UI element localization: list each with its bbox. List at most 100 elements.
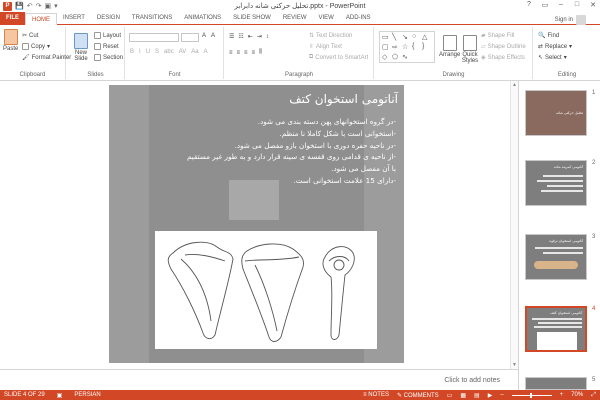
tab-review[interactable]: REVIEW (277, 12, 313, 24)
align-left-icon[interactable]: ≡ (229, 50, 233, 56)
ribbon-display-button[interactable]: ▭ (540, 1, 550, 9)
slide-thumbnail-4[interactable]: آناتومی استخوان کتف (525, 306, 587, 352)
text-direction-button[interactable]: ⇅ Text Direction (309, 32, 352, 40)
slide-thumbnail-2[interactable]: آناتومی کمربند شانه (525, 160, 587, 206)
arrow-shape-icon[interactable]: ↘ (402, 33, 408, 41)
font-format-icons[interactable]: B I U S abc AV Aa A (130, 49, 208, 55)
triangle-shape-icon[interactable]: △ (422, 33, 427, 41)
section-button[interactable]: Section (94, 54, 123, 61)
slide-title[interactable]: آناتومی استخوان کتف (289, 92, 398, 106)
replace-button[interactable]: ⇄ Replace ▾ (538, 43, 572, 51)
reading-view-icon[interactable]: ▤ (474, 392, 480, 399)
quick-styles-button[interactable]: Quick Styles (461, 35, 479, 64)
slideshow-start-icon[interactable]: ▣ (44, 2, 51, 10)
tab-home[interactable]: HOME (25, 13, 57, 25)
right-arrow-shape-icon[interactable]: ⇨ (392, 43, 398, 51)
normal-view-icon[interactable]: ▭ (447, 392, 453, 399)
slide-thumbnail-5[interactable] (525, 377, 587, 390)
increase-indent-icon[interactable]: ⇥ (257, 33, 262, 40)
copy-button[interactable]: Copy ▾ (22, 43, 50, 50)
spellcheck-icon[interactable]: ▣ (57, 392, 63, 399)
diamond-shape-icon[interactable]: ◇ (382, 53, 387, 61)
tab-view[interactable]: VIEW (313, 12, 340, 24)
char-spacing-icon[interactable]: AV (179, 49, 187, 55)
slide-body-text[interactable]: -در گروه استخوانهای پهن دسته بندی می شود… (141, 116, 396, 187)
sign-in[interactable]: Sign in (555, 15, 586, 25)
tab-animations[interactable]: ANIMATIONS (178, 12, 227, 24)
zoom-slider-thumb[interactable] (529, 392, 532, 398)
zoom-out-icon[interactable]: – (500, 392, 503, 398)
scroll-down-icon[interactable]: ▼ (512, 362, 517, 368)
maximize-button[interactable]: □ (572, 1, 582, 9)
slide-sorter-icon[interactable]: ▦ (460, 392, 466, 399)
oval-shape-icon[interactable]: ○ (412, 33, 416, 40)
language-indicator[interactable]: PERSIAN (74, 392, 100, 398)
fit-to-window-icon[interactable]: ⤢ (591, 392, 596, 399)
align-icons[interactable]: ≡ ≡ ≡ ≡ ⫼ (229, 49, 262, 56)
underline-icon[interactable]: U (146, 49, 150, 55)
curve-shape-icon[interactable]: ∿ (402, 53, 408, 61)
font-shrink-icon[interactable]: A (211, 33, 215, 39)
comments-toggle[interactable]: ✎ COMMENTS (397, 392, 439, 399)
tab-transitions[interactable]: TRANSITIONS (126, 12, 178, 24)
qat-customize-icon[interactable]: ▾ (54, 2, 58, 10)
columns-icon[interactable]: ⫼ (259, 49, 262, 56)
pentagon-shape-icon[interactable]: ⬠ (392, 53, 398, 61)
line-shape-icon[interactable]: ╲ (392, 33, 396, 41)
strikethrough-icon[interactable]: abc (164, 49, 174, 55)
list-icons[interactable]: ☰ ☷ ⇤ ⇥ ↕ (229, 33, 269, 41)
save-icon[interactable]: 💾 (15, 2, 24, 10)
find-button[interactable]: 🔍 Find (538, 32, 559, 40)
brace-shape-icon[interactable]: { (412, 43, 414, 50)
align-text-button[interactable]: ⇳ Align Text (309, 43, 342, 51)
zoom-slider[interactable] (511, 392, 552, 398)
slide-thumbnail-3[interactable]: آناتومی استخوان ترقوه (525, 234, 587, 280)
format-painter-button[interactable]: 🖌 Format Painter (22, 54, 71, 62)
font-name-combo[interactable] (129, 33, 179, 42)
shape-fill-button[interactable]: ▰ Shape Fill (481, 32, 514, 40)
tab-file[interactable]: FILE (0, 12, 25, 24)
help-button[interactable]: ? (524, 1, 534, 9)
layout-button[interactable]: Layout (94, 32, 121, 39)
font-size-combo[interactable] (181, 33, 199, 42)
editor-vertical-scrollbar[interactable]: ▲ ▼ (510, 81, 518, 369)
line-spacing-icon[interactable]: ↕ (266, 34, 269, 40)
shape-effects-button[interactable]: ◈ Shape Effects (481, 54, 525, 62)
notes-pane[interactable]: Click to add notes (0, 369, 518, 390)
tab-slide-show[interactable]: SLIDE SHOW (227, 12, 277, 24)
slideshow-icon[interactable]: ▶ (488, 392, 493, 399)
bold-icon[interactable]: B (130, 49, 134, 55)
italic-icon[interactable]: I (139, 49, 141, 55)
arrange-button[interactable]: Arrange (439, 35, 460, 58)
decrease-indent-icon[interactable]: ⇤ (248, 33, 253, 40)
paste-button[interactable]: Paste (3, 29, 18, 52)
scapula-illustration[interactable] (155, 231, 377, 349)
current-slide[interactable]: آناتومی استخوان کتف -در گروه استخوانهای … (109, 85, 404, 363)
rounded-rect-shape-icon[interactable]: ▢ (382, 43, 389, 51)
zoom-level[interactable]: 70% (571, 392, 583, 398)
cut-button[interactable]: ✂ Cut (22, 32, 38, 40)
align-right-icon[interactable]: ≡ (244, 50, 248, 56)
slide-thumbnail-1[interactable]: تحلیل حرکتی شانه (525, 90, 587, 136)
align-center-icon[interactable]: ≡ (237, 50, 241, 56)
redo-icon[interactable]: ↷ (36, 2, 42, 10)
shape-outline-button[interactable]: ▱ Shape Outline (481, 43, 526, 51)
convert-smartart-button[interactable]: ⧉ Convert to SmartArt (309, 54, 368, 61)
notes-placeholder[interactable]: Click to add notes (444, 377, 500, 384)
undo-icon[interactable]: ↶ (27, 2, 33, 10)
select-button[interactable]: ↖ Select ▾ (538, 54, 567, 62)
close-button[interactable]: ✕ (588, 1, 598, 9)
tab-insert[interactable]: INSERT (57, 12, 91, 24)
tab-add-ins[interactable]: ADD-INS (340, 12, 377, 24)
minimize-button[interactable]: – (556, 1, 566, 9)
zoom-in-icon[interactable]: + (560, 392, 564, 398)
font-color-icon[interactable]: A (204, 49, 208, 55)
notes-toggle[interactable]: ≡ NOTES (363, 392, 389, 398)
justify-icon[interactable]: ≡ (252, 50, 256, 56)
scroll-up-icon[interactable]: ▲ (512, 82, 517, 88)
font-grow-icon[interactable]: A (202, 33, 206, 39)
numbering-icon[interactable]: ☷ (238, 33, 243, 40)
star-shape-icon[interactable]: ☆ (402, 43, 408, 51)
shadow-icon[interactable]: S (155, 49, 159, 55)
tab-design[interactable]: DESIGN (91, 12, 126, 24)
